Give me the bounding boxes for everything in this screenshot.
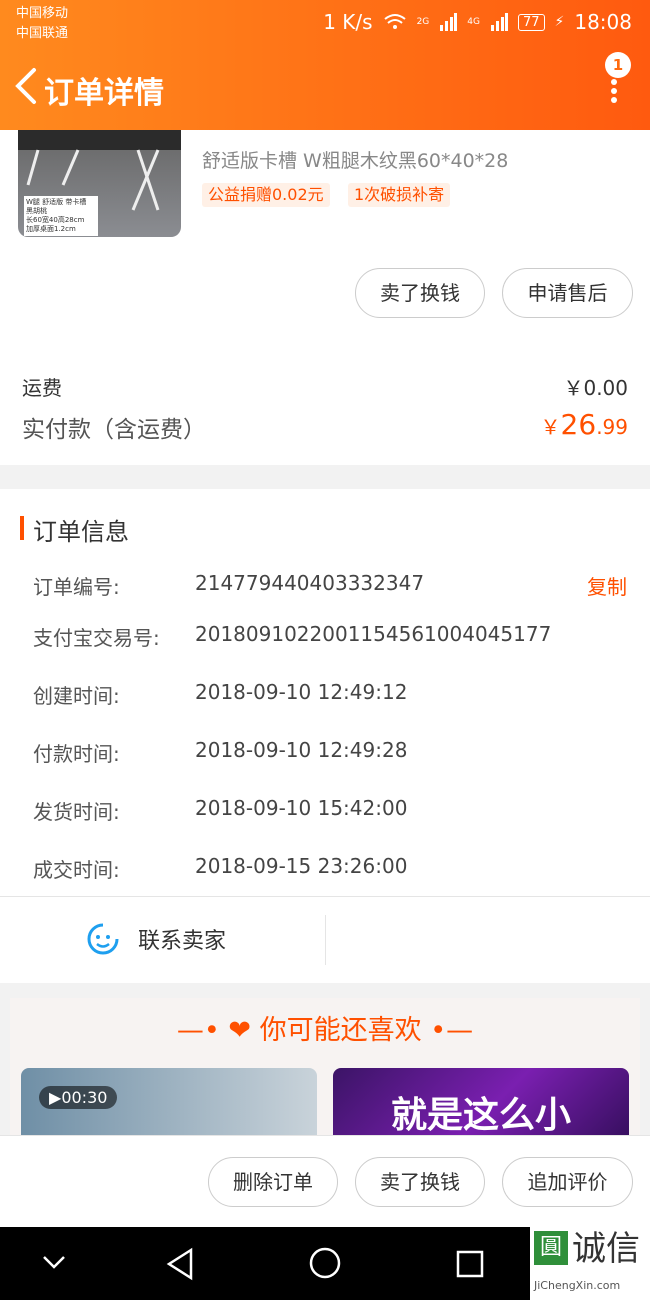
thumb-text: 黑胡桃 — [26, 207, 47, 215]
paid-label: 实付款（含运费） — [22, 417, 206, 443]
clock: 18:08 — [574, 10, 632, 34]
shipping-value: ￥0.00 — [563, 376, 628, 400]
created-time: 2018-09-10 12:49:12 — [195, 680, 408, 704]
status-indicators: 1 K/s 2G 4G 77 ⚡ 18:08 — [323, 10, 632, 34]
chat-face-icon — [87, 923, 119, 955]
video-duration: 00:30 — [61, 1088, 108, 1107]
contact-seller-button[interactable]: 联系卖家 — [86, 922, 226, 956]
net-type-2: 4G — [467, 17, 480, 27]
info-label: 成交时间: — [33, 858, 120, 882]
net-type-1: 2G — [416, 17, 430, 27]
resell-button[interactable]: 卖了换钱 — [355, 1157, 485, 1207]
carrier-2: 中国联通 — [16, 26, 69, 41]
title-decor-right: •— — [430, 1015, 474, 1046]
recommend-title: —• ❤ 你可能还喜欢 •— — [0, 1008, 650, 1047]
card-banner-text: 就是这么小 — [390, 1095, 571, 1136]
thumb-text: 加厚桌面1.2cm — [26, 225, 76, 233]
title-decor-left: —• — [176, 1015, 220, 1046]
add-review-button[interactable]: 追加评价 — [502, 1157, 633, 1207]
video-duration-badge: ▶00:30 — [39, 1086, 118, 1109]
price-dec: .99 — [596, 415, 628, 439]
product-sku: 舒适版卡槽 W粗腿木纹黑60*40*28 — [202, 150, 509, 172]
thumb-text: W腿 舒适版 带卡槽 — [26, 198, 87, 206]
back-icon[interactable] — [10, 66, 44, 106]
damage-tag: 1次破损补寄 — [348, 183, 451, 207]
thumbnail-label: W腿 舒适版 带卡槽 黑胡桃 长60宽40高28cm 加厚桌面1.2cm — [24, 196, 98, 236]
watermark-logo-icon: 圓 — [534, 1231, 568, 1265]
home-nav-icon[interactable] — [307, 1245, 343, 1281]
info-label: 付款时间: — [33, 742, 120, 766]
after-sale-button[interactable]: 申请售后 — [502, 268, 633, 318]
recommend-title-text: 你可能还喜欢 — [259, 1015, 422, 1046]
alipay-number: 2018091022001154561004045177 — [195, 622, 552, 646]
system-nav-bar: 圓 诚信 JiChengXin.com — [0, 1227, 650, 1300]
battery-level: 77 — [517, 13, 545, 31]
signal-icon — [490, 13, 508, 31]
net-speed: 1 K/s — [323, 10, 373, 34]
page-title: 订单详情 — [44, 76, 164, 111]
currency-symbol: ￥ — [540, 415, 561, 439]
wifi-icon — [383, 14, 406, 29]
order-info-title: 订单信息 — [33, 518, 129, 546]
carrier-1: 中国移动 — [16, 6, 69, 21]
watermark: 圓 诚信 JiChengXin.com — [530, 1227, 650, 1300]
copy-button[interactable]: 复制 — [587, 571, 627, 600]
divider — [0, 896, 650, 897]
price-int: 26 — [560, 408, 597, 441]
thumb-text: 长60宽40高28cm — [26, 216, 85, 224]
app-header: 中国移动 中国联通 1 K/s 2G 4G 77 ⚡ 18:08 订单详情 1 — [0, 0, 650, 130]
resell-button[interactable]: 卖了换钱 — [355, 268, 485, 318]
order-number: 214779440403332347 — [195, 571, 425, 595]
more-icon[interactable] — [606, 76, 622, 106]
deal-time: 2018-09-15 23:26:00 — [195, 854, 408, 878]
info-label: 支付宝交易号: — [33, 626, 160, 650]
paid-amount: ￥26.99 — [541, 408, 628, 441]
watermark-brand: 诚信 — [572, 1229, 640, 1269]
info-label: 创建时间: — [33, 684, 120, 708]
info-label: 订单编号: — [33, 575, 120, 599]
notification-badge: 1 — [605, 52, 631, 78]
status-carriers: 中国移动 中国联通 — [16, 4, 68, 44]
shipped-time: 2018-09-10 15:42:00 — [195, 796, 408, 820]
contact-label: 联系卖家 — [138, 929, 227, 954]
recents-nav-icon[interactable] — [455, 1249, 485, 1279]
divider — [325, 915, 326, 965]
back-nav-icon[interactable] — [165, 1247, 195, 1281]
charity-tag: 公益捐赠0.02元 — [202, 183, 330, 207]
signal-icon — [440, 13, 458, 31]
delete-order-button[interactable]: 删除订单 — [208, 1157, 338, 1207]
info-label: 发货时间: — [33, 800, 120, 824]
paid-time: 2018-09-10 12:49:28 — [195, 738, 408, 762]
watermark-url: JiChengXin.com — [534, 1279, 621, 1292]
charging-icon: ⚡ — [554, 14, 565, 30]
shipping-label: 运费 — [22, 376, 62, 400]
play-icon: ▶ — [49, 1088, 62, 1107]
section-accent-bar — [20, 516, 24, 540]
heart-icon: ❤ — [228, 1015, 252, 1046]
chevron-down-icon[interactable] — [40, 1252, 68, 1272]
